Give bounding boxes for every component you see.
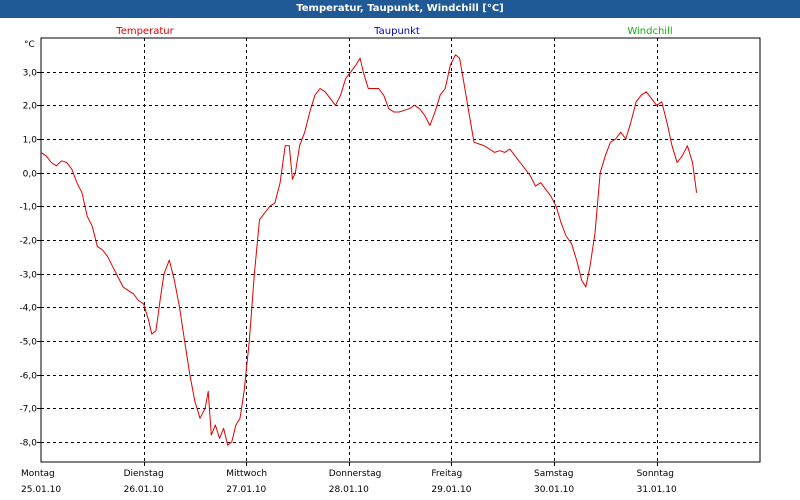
y-tick-label: -2,0 [19,237,37,247]
y-tick-label: -4,0 [19,304,37,314]
legend-entry: Taupunkt [373,26,420,37]
x-date-label: 25.01.10 [21,485,61,495]
grid [41,38,760,462]
x-date-label: 28.01.10 [329,485,369,495]
x-day-label: Montag [21,469,55,479]
series-layer [40,54,698,446]
x-date-label: 31.01.10 [637,485,677,495]
y-tick-label: -1,0 [19,203,37,213]
y-tick-label: -6,0 [19,372,37,382]
axes [37,37,761,466]
legend: Temperatur Taupunkt Windchill [115,26,672,37]
series-line-temperatur [40,54,698,446]
y-tick-label: -3,0 [19,271,37,281]
x-day-label: Samstag [534,469,573,479]
y-tick-label: 2,0 [23,102,38,112]
x-date-label: 27.01.10 [226,485,266,495]
x-day-label: Mittwoch [226,469,267,479]
x-date-label: 30.01.10 [534,485,574,495]
y-tick-label: -7,0 [19,405,37,415]
chart-window: Temperatur, Taupunkt, Windchill [°C] Tem… [0,0,800,500]
y-tick-label: -8,0 [19,439,37,449]
y-tick-label: 3,0 [23,69,38,79]
y-axis-label: °C [24,40,35,50]
x-date-label: 26.01.10 [124,485,164,495]
x-day-label: Donnerstag [329,469,382,479]
y-tick-label: -5,0 [19,338,37,348]
chart: Temperatur Taupunkt Windchill 3,0 2,0 1,0 0,0… [19,26,761,495]
x-day-label: Sonntag [637,469,674,479]
legend-entry: Temperatur [115,26,174,37]
x-date-label: 29.01.10 [431,485,471,495]
x-day-label: Dienstag [124,469,164,479]
y-tick-label: 1,0 [23,136,38,146]
y-tick-label: 0,0 [23,170,38,180]
legend-entry: Windchill [627,26,672,37]
x-day-label: Freitag [431,469,462,479]
plot-frame [40,37,761,463]
